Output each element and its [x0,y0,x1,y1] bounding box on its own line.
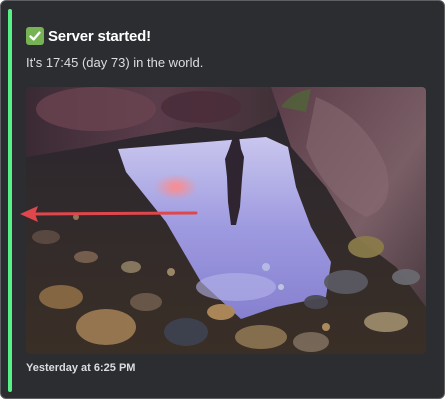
embed-description: It's 17:45 (day 73) in the world. [26,55,204,70]
check-mark-icon [26,27,44,45]
embed-title-row: Server started! [26,25,151,47]
embed-accent-bar [8,9,12,392]
embed-title: Server started! [48,27,151,45]
message-embed: Server started! It's 17:45 (day 73) in t… [0,0,445,399]
embed-footer-timestamp: Yesterday at 6:25 PM [26,362,136,374]
embed-image[interactable] [26,87,426,354]
